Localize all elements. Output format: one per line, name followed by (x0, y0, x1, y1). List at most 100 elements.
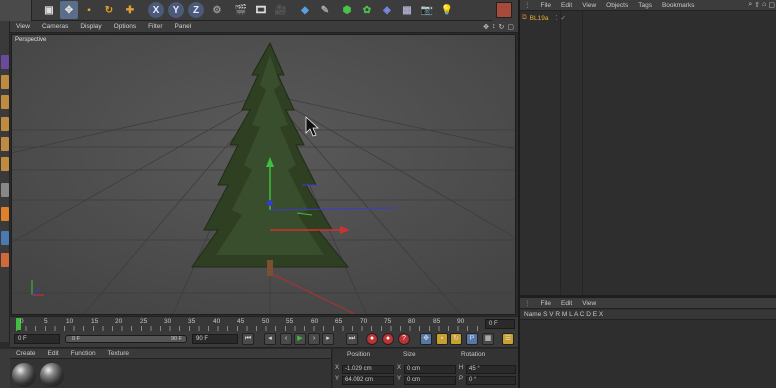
go-to-start-icon[interactable]: ⏮ (242, 333, 254, 345)
objects-menu-tags[interactable]: Tags (633, 2, 657, 9)
texture-mode-icon[interactable] (1, 95, 9, 109)
layout-switcher[interactable] (492, 0, 518, 21)
attr-menu-view[interactable]: View (577, 300, 601, 307)
search-icon[interactable]: ⌕ (748, 1, 752, 9)
rotate-view-icon[interactable]: ↻ (499, 23, 505, 31)
viewport-menu-panel[interactable]: Panel (169, 23, 198, 30)
material-preview-sphere[interactable] (12, 363, 36, 387)
up-arrow-icon[interactable]: ⇧ (754, 1, 760, 9)
attr-menu-file[interactable]: File (536, 300, 556, 307)
material-menu-texture[interactable]: Texture (102, 350, 135, 357)
move-tool-icon[interactable]: ✥ (60, 1, 78, 19)
viewport-menu-filter[interactable]: Filter (142, 23, 168, 30)
model-mode-icon[interactable] (1, 75, 9, 89)
position-x-field[interactable]: -1.029 cm (342, 365, 394, 374)
current-frame-field[interactable]: 0 F (485, 319, 515, 329)
go-to-end-icon[interactable]: ⏭ (346, 333, 358, 345)
cloner-icon[interactable]: ✿ (358, 1, 376, 19)
viewport-nav-icons: ✥ ↕ ↻ ▢ (483, 23, 518, 31)
material-menu-create[interactable]: Create (10, 350, 42, 357)
next-key-icon[interactable]: ▸ (322, 333, 334, 345)
edges-mode-icon[interactable] (1, 137, 9, 151)
polygons-mode-icon[interactable] (1, 157, 9, 171)
axis-mode-icon[interactable] (1, 183, 9, 197)
timeline-tick-label: 20 (115, 318, 123, 325)
end-frame-field[interactable]: 90 F (192, 334, 238, 344)
material-menu-edit[interactable]: Edit (42, 350, 65, 357)
rotate-tool-icon[interactable]: ↻ (100, 1, 118, 19)
make-editable-icon[interactable] (1, 55, 9, 69)
keyframe-selection-icon[interactable]: ? (398, 333, 410, 345)
deformer-icon[interactable]: ◈ (378, 1, 396, 19)
position-track-icon[interactable]: ✥ (420, 333, 432, 345)
objects-menu-edit[interactable]: Edit (556, 2, 577, 9)
column-divider (560, 11, 561, 295)
z-axis-lock-button[interactable]: Z (188, 2, 204, 18)
points-mode-icon[interactable] (1, 117, 9, 131)
object-name[interactable]: BL19a (530, 15, 549, 22)
objects-menu-file[interactable]: File (536, 2, 556, 9)
visibility-dots-icon[interactable]: ⁚ (555, 14, 557, 22)
workplane-icon[interactable] (1, 231, 9, 245)
rotation-p-field[interactable]: 0 ° (466, 376, 516, 385)
rotation-track-icon[interactable]: ↻ (450, 333, 462, 345)
previous-frame-icon[interactable]: ‹ (280, 333, 292, 345)
y-axis-lock-button[interactable]: Y (168, 2, 184, 18)
add-tool-icon[interactable]: ✚ (121, 1, 139, 19)
objects-menu-bookmarks[interactable]: Bookmarks (657, 2, 700, 9)
x-axis-lock-button[interactable]: X (148, 2, 164, 18)
render-to-picture-viewer-icon[interactable]: 🎞 (252, 1, 270, 19)
start-frame-field[interactable]: 0 F (14, 334, 60, 344)
material-preview-sphere[interactable] (40, 363, 64, 387)
timeline-ruler[interactable]: 0 5 10 15 20 25 30 35 40 45 50 55 60 65 … (10, 316, 518, 331)
live-selection-tool-icon[interactable]: ▣ (40, 1, 58, 19)
render-view-icon[interactable]: 🎬 (232, 1, 250, 19)
viewport-menu-cameras[interactable]: Cameras (36, 23, 74, 30)
size-x-field[interactable]: 0 cm (404, 365, 456, 374)
scheme-icon[interactable]: ☰ (502, 333, 514, 345)
right-panels: ⋮ File Edit View Objects Tags Bookmarks … (518, 0, 776, 388)
enabled-check-icon[interactable]: ✓ (561, 14, 566, 22)
snap-icon[interactable] (1, 207, 9, 221)
viewport-menu-options[interactable]: Options (108, 23, 142, 30)
object-row[interactable]: ⧉ BL19a ⁚ ✓ (522, 13, 566, 23)
previous-key-icon[interactable]: ◂ (264, 333, 276, 345)
material-menu-function[interactable]: Function (65, 350, 102, 357)
position-y-field[interactable]: 64.092 cm (342, 376, 394, 385)
preview-range-slider[interactable]: 0 F 90 F (65, 335, 187, 343)
autokeying-icon[interactable]: ● (382, 333, 394, 345)
viewport-menu-display[interactable]: Display (74, 23, 107, 30)
quantize-icon[interactable] (1, 253, 9, 267)
play-icon[interactable]: ▶ (294, 333, 306, 345)
parameter-track-icon[interactable]: P (466, 333, 478, 345)
object-list[interactable]: ⧉ BL19a ⁚ ✓ (520, 11, 776, 295)
new-view-icon[interactable]: ▢ (768, 1, 775, 9)
record-active-objects-icon[interactable]: ● (366, 333, 378, 345)
subdivision-surface-icon[interactable]: ⬢ (338, 1, 356, 19)
size-y-field[interactable]: 0 cm (404, 376, 456, 385)
objects-menu-view[interactable]: View (577, 2, 601, 9)
light-icon[interactable]: 💡 (438, 1, 456, 19)
perspective-viewport[interactable]: Perspective (11, 34, 516, 315)
coordinate-system-icon[interactable]: ⚙ (208, 1, 226, 19)
layer-list[interactable] (520, 320, 776, 388)
point-level-animation-icon[interactable]: ▦ (482, 333, 494, 345)
floor-environment-icon[interactable]: ▦ (398, 1, 416, 19)
viewport-menu-view[interactable]: View (10, 23, 36, 30)
zoom-view-icon[interactable]: ↕ (492, 23, 496, 31)
attr-menu-edit[interactable]: Edit (556, 300, 577, 307)
rotation-h-field[interactable]: 45 ° (466, 365, 516, 374)
home-icon[interactable]: ⌂ (762, 1, 766, 9)
next-frame-icon[interactable]: › (308, 333, 320, 345)
coord-axis-label: X (334, 365, 339, 371)
pan-view-icon[interactable]: ✥ (483, 23, 489, 31)
camera-icon[interactable]: 📷 (418, 1, 436, 19)
toggle-view-icon[interactable]: ▢ (507, 23, 514, 31)
scale-track-icon[interactable]: ▪ (436, 333, 448, 345)
layout-icon[interactable] (496, 2, 512, 18)
render-settings-icon[interactable]: 🎥 (272, 1, 290, 19)
scale-tool-icon[interactable]: ▪ (80, 1, 98, 19)
cube-primitive-icon[interactable]: ◆ (296, 1, 314, 19)
objects-menu-objects[interactable]: Objects (601, 2, 633, 9)
spline-pen-icon[interactable]: ✎ (316, 1, 334, 19)
